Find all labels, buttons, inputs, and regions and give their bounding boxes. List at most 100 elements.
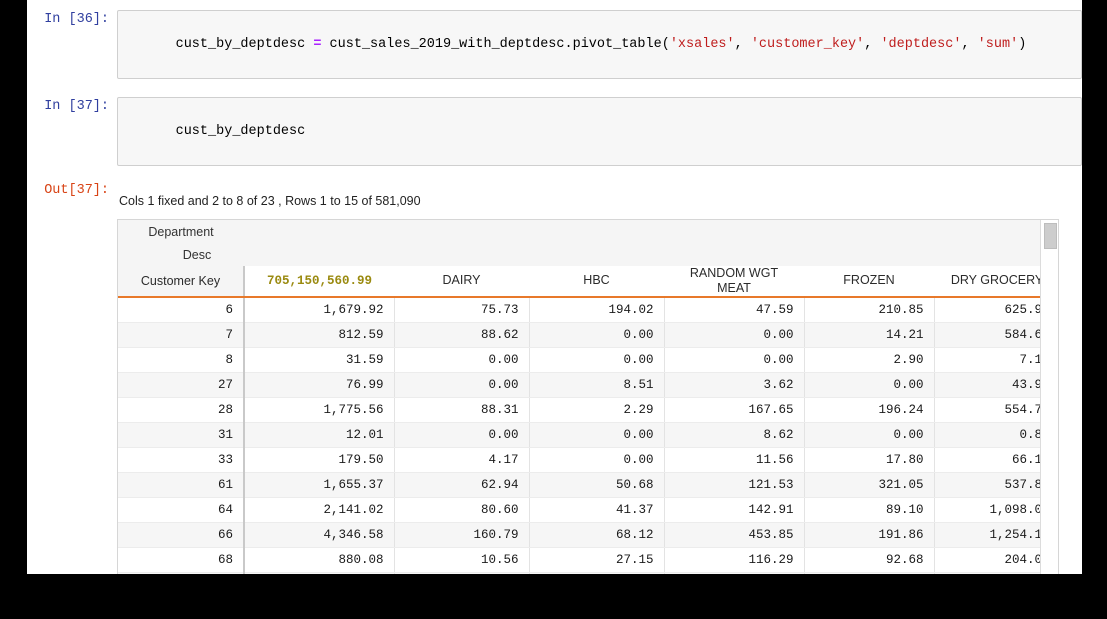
data-cell: 121.53 [664,472,805,498]
data-cell: 321.05 [804,472,935,498]
output-prompt-37: Out[37]: [44,183,109,198]
column-header-hbc[interactable]: HBC [529,266,664,298]
table-row[interactable]: 33 179.50 4.17 0.00 11.56 17.80 66.16 [118,447,1058,473]
data-cell: 0.00 [804,422,935,448]
vertical-scrollbar[interactable] [1040,220,1058,574]
column-header-random-wgt-label: RANDOM WGT [689,266,779,280]
table-row[interactable]: 31 12.01 0.00 0.00 8.62 0.00 0.85 [118,422,1058,448]
row-index-cell: 31 [118,422,245,448]
data-cell: 8.62 [664,422,805,448]
column-header-dairy-label: DAIRY [442,273,481,287]
code-input-37[interactable]: cust_by_deptdesc [117,97,1082,166]
pivot-table-body: 6 1,679.92 75.73 194.02 47.59 210.85 625.96 7 81… [118,297,1058,574]
row-total-cell: 1,775.56 [244,397,395,423]
table-row[interactable]: 6 1,679.92 75.73 194.02 47.59 210.85 625.96 [118,297,1058,323]
data-cell: 62.94 [394,472,530,498]
code-token: , [734,37,751,52]
code-token: , [864,37,881,52]
table-row[interactable]: 8 31.59 0.00 0.00 0.00 2.90 7.14 [118,347,1058,373]
table-row[interactable]: 28 1,775.56 88.31 2.29 167.65 196.24 554.73 [118,397,1058,423]
row-index-cell: 28 [118,397,245,423]
data-cell: 167.65 [664,397,805,423]
data-cell: 0.00 [529,322,665,348]
code-token-string: 'deptdesc' [880,37,962,52]
data-cell: 50.68 [529,472,665,498]
input-prompt-37: In [37]: [44,99,109,114]
data-cell: 16.70 [529,572,665,574]
data-cell: 88.31 [394,397,530,423]
code-token: , [961,37,978,52]
data-cell: 92.68 [804,547,935,573]
notebook-container: In [36]: cust_by_deptdesc = cust_sales_2… [27,0,1082,574]
output-content: Cols 1 fixed and 2 to 8 of 23 , Rows 1 t… [117,181,1082,574]
data-cell: 88.62 [394,322,530,348]
data-cell: 11.56 [664,447,805,473]
code-cell-37[interactable]: In [37]: cust_by_deptdesc [27,84,1082,171]
vertical-scrollbar-thumb[interactable] [1044,223,1057,249]
data-cell: 116.29 [664,547,805,573]
column-header-frozen-label: FROZEN [843,273,895,287]
column-group-name-row-2: Desc [118,243,1058,266]
table-row[interactable]: 7 812.59 88.62 0.00 0.00 14.21 584.67 [118,322,1058,348]
row-index-cell: 66 [118,522,245,548]
code-token: ) [1018,37,1027,52]
row-index-cell: 27 [118,372,245,398]
data-cell: 819.13 [804,572,935,574]
row-index-cell: 70 [118,572,245,574]
row-total-cell: 6,881.50 [244,572,395,574]
row-total-cell: 1,655.37 [244,472,395,498]
pivot-table: Department Desc Customer Key 705,150,560… [118,220,1058,574]
data-cell: 453.85 [664,522,805,548]
data-cell: 191.86 [804,522,935,548]
data-cell: 0.00 [394,347,530,373]
pivot-table-widget[interactable]: Department Desc Customer Key 705,150,560… [117,219,1059,574]
data-cell: 0.00 [529,447,665,473]
column-header-dairy[interactable]: DAIRY [394,266,529,298]
data-cell: 196.24 [804,397,935,423]
pivot-table-head: Department Desc Customer Key 705,150,560… [118,220,1058,298]
table-row[interactable]: 27 76.99 0.00 8.51 3.62 0.00 43.98 [118,372,1058,398]
table-row[interactable]: 64 2,141.02 80.60 41.37 142.91 89.10 1,098.09 [118,497,1058,523]
data-cell: 68.12 [529,522,665,548]
row-total-cell: 880.08 [244,547,395,573]
data-cell: 219.66 [664,572,805,574]
column-header-frozen[interactable]: FROZEN [804,266,934,298]
table-row[interactable]: 61 1,655.37 62.94 50.68 121.53 321.05 537.81 [118,472,1058,498]
data-cell: 0.00 [804,372,935,398]
grid-viewport: Department Desc Customer Key 705,150,560… [118,220,1058,574]
data-cell: 210.85 [804,297,935,323]
column-header-customer-key[interactable]: Customer Key [118,266,245,298]
row-total-cell: 1,679.92 [244,297,395,323]
row-total-cell: 31.59 [244,347,395,373]
code-token: cust_by_deptdesc [175,37,314,52]
column-header-hbc-label: HBC [583,273,610,287]
data-cell: 0.00 [664,347,805,373]
data-cell: 160.79 [394,522,530,548]
data-cell: 248.27 [394,572,530,574]
column-header-random-wgt-meat[interactable]: RANDOM WGT MEAT [664,266,804,298]
code-input-36[interactable]: cust_by_deptdesc = cust_sales_2019_with_… [117,10,1082,79]
input-prompt-36: In [36]: [44,12,109,27]
row-index-cell: 33 [118,447,245,473]
column-header-random-wgt-label-2: MEAT [717,280,751,295]
data-cell: 0.00 [394,372,530,398]
column-header-dry-grocery-label: DRY GROCERY [950,273,1044,287]
table-row[interactable]: 68 880.08 10.56 27.15 116.29 92.68 204.08 [118,547,1058,573]
code-token-string: 'customer_key' [750,37,865,52]
data-cell: 194.02 [529,297,665,323]
row-total-cell: 812.59 [244,322,395,348]
data-cell: 0.00 [664,322,805,348]
data-cell: 8.51 [529,372,665,398]
column-header-grand-total[interactable]: 705,150,560.99 [244,266,394,298]
table-row[interactable]: 66 4,346.58 160.79 68.12 453.85 191.86 1,254.1… [118,522,1058,548]
code-cell-36[interactable]: In [36]: cust_by_deptdesc = cust_sales_2… [27,0,1082,84]
data-cell: 142.91 [664,497,805,523]
data-cell: 75.73 [394,297,530,323]
code-token-string: 'sum' [977,37,1019,52]
grid-info-text: Cols 1 fixed and 2 to 8 of 23 , Rows 1 t… [119,194,421,208]
data-cell: 2.90 [804,347,935,373]
code-token: cust_by_deptdesc [175,124,306,139]
table-row[interactable]: 706,881.50248.2716.70219.66819.131,587.0… [118,572,1058,574]
data-cell: 17.80 [804,447,935,473]
data-cell: 80.60 [394,497,530,523]
